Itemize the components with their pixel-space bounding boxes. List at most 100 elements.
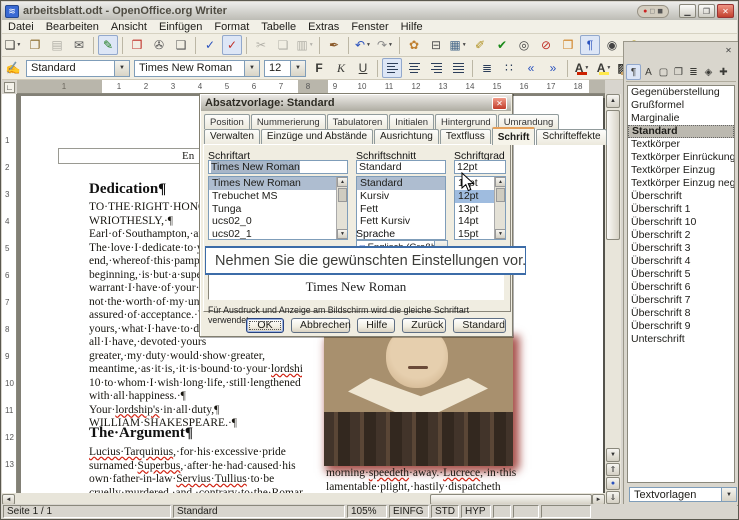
italic-button[interactable]: K <box>331 58 351 78</box>
argument-line[interactable]: Lucius·Tarquinius,·for·his·excessive·pri… <box>89 446 303 460</box>
dropdown-arrow-icon[interactable]: ▼ <box>462 42 467 48</box>
scroll-up-icon[interactable]: ▲ <box>337 177 348 187</box>
size-list-scrollbar[interactable]: ▲ ▼ <box>494 177 505 239</box>
tab-einzüge-und-abstände[interactable]: Einzüge und Abstände <box>261 129 373 145</box>
scroll-thumb[interactable] <box>338 188 347 202</box>
dropdown-arrow-icon[interactable]: ▼ <box>16 42 21 48</box>
minimize-button[interactable]: ▁ <box>679 4 696 18</box>
style-item-überschrift-5[interactable]: Überschrift 5 <box>628 268 734 281</box>
documents-icon[interactable]: ❒ <box>558 35 578 55</box>
style-item-textkörper-einrückung[interactable]: Textkörper Einrückung <box>628 151 734 164</box>
align-right-icon[interactable] <box>426 58 446 78</box>
font-list[interactable]: Times New RomanTrebuchet MSTungaucs02_0u… <box>208 176 348 240</box>
page-styles-icon[interactable]: ❐ <box>671 64 686 80</box>
abbrechen-button[interactable]: Abbrechen <box>291 318 350 333</box>
stylist-header[interactable]: ✕ <box>624 42 738 62</box>
insert-mode-indicator[interactable]: EINFG <box>389 505 429 518</box>
font-color-icon[interactable]: A▼ <box>572 58 592 78</box>
decrease-indent-icon[interactable]: « <box>521 58 541 78</box>
spellcheck-icon[interactable]: ✓ <box>200 35 220 55</box>
highlighting-icon[interactable]: A▼ <box>594 58 614 78</box>
tab-hintergrund[interactable]: Hintergrund <box>435 114 497 129</box>
frame-styles-icon[interactable]: ▢ <box>656 64 671 80</box>
fill-format-mode-icon[interactable]: ◈ <box>701 64 716 80</box>
typeface-list-item-fett[interactable]: Fett <box>357 203 445 216</box>
tab-tabulatoren[interactable]: Tabulatoren <box>327 114 389 129</box>
ok-button[interactable]: OK <box>246 318 284 333</box>
style-item-marginalie[interactable]: Marginalie <box>628 112 734 125</box>
scroll-down-icon[interactable]: ▼ <box>495 229 506 239</box>
increase-indent-icon[interactable]: » <box>543 58 563 78</box>
font-list-item-tunga[interactable]: Tunga <box>209 203 347 216</box>
caption-line[interactable]: morning·speedeth·away.·Lucrece,·in·this <box>326 467 522 481</box>
stop-icon[interactable]: ◼ <box>657 8 663 15</box>
style-item-gegenüberstellung[interactable]: Gegenüberstellung <box>628 86 734 99</box>
scroll-down-icon[interactable]: ▼ <box>606 448 620 462</box>
style-item-überschrift[interactable]: Überschrift <box>628 190 734 203</box>
edit-file-icon[interactable]: ✎ <box>98 35 118 55</box>
underline-button[interactable]: U <box>353 58 373 78</box>
style-item-überschrift-9[interactable]: Überschrift 9 <box>628 320 734 333</box>
scroll-up-icon[interactable]: ▲ <box>606 94 620 108</box>
argument-paragraph[interactable]: Lucius·Tarquinius,·for·his·excessive·pri… <box>89 446 303 493</box>
menu-item-hilfe[interactable]: Hilfe <box>395 20 429 34</box>
new-style-from-selection-icon[interactable]: ✚ <box>716 64 731 80</box>
align-left-icon[interactable] <box>382 58 402 78</box>
restore-button[interactable]: ❐ <box>698 4 715 18</box>
style-item-überschrift-4[interactable]: Überschrift 4 <box>628 255 734 268</box>
scroll-down-icon[interactable]: ▼ <box>337 229 348 239</box>
chevron-down-icon[interactable]: ▼ <box>721 488 736 501</box>
standard-button[interactable]: Standard <box>453 318 506 333</box>
menu-item-format[interactable]: Format <box>208 20 255 34</box>
zoom-icon[interactable]: ◉ <box>602 35 622 55</box>
font-size-combo[interactable]: 12▼ <box>264 60 306 77</box>
auto-spellcheck-icon[interactable]: ✓ <box>222 35 242 55</box>
font-list-item-times-new-roman[interactable]: Times New Roman <box>209 177 347 190</box>
font-name-input[interactable]: Times New Roman <box>208 160 348 174</box>
chevron-down-icon[interactable]: ▼ <box>114 61 129 76</box>
align-center-icon[interactable] <box>404 58 424 78</box>
style-item-textkörper-einzug[interactable]: Textkörper Einzug <box>628 164 734 177</box>
right-column-paragraph[interactable]: morning·speedeth·away.·Lucrece,·in·thisl… <box>326 467 522 493</box>
styles-toggle-icon[interactable]: ✍ <box>3 58 23 78</box>
font-list-scrollbar[interactable]: ▲ ▼ <box>336 177 347 239</box>
typeface-list-item-kursiv[interactable]: Kursiv <box>357 190 445 203</box>
typeface-input[interactable]: Standard <box>356 160 446 174</box>
show-draw-functions-icon[interactable]: ✐ <box>470 35 490 55</box>
page-style-indicator[interactable]: Standard <box>173 505 345 518</box>
style-item-überschrift-7[interactable]: Überschrift 7 <box>628 294 734 307</box>
menu-item-ansicht[interactable]: Ansicht <box>105 20 153 34</box>
dialog-close-icon[interactable]: ✕ <box>492 97 507 110</box>
formatting-marks-icon[interactable]: ¶ <box>580 35 600 55</box>
chevron-down-icon[interactable]: ▼ <box>290 61 305 76</box>
dropdown-arrow-icon[interactable]: ▼ <box>366 42 371 48</box>
export-pdf-icon[interactable]: ❒ <box>127 35 147 55</box>
dedication-line[interactable]: Your·lordship's·in·all·duty,¶ <box>89 404 303 418</box>
heading-argument[interactable]: The·Argument¶ <box>89 425 302 442</box>
scroll-up-icon[interactable]: ▲ <box>495 177 506 187</box>
previous-page-icon[interactable]: ⇑ <box>606 463 620 476</box>
align-justify-icon[interactable] <box>448 58 468 78</box>
tab-position[interactable]: Position <box>204 114 250 129</box>
open-document-icon[interactable]: ❐ <box>25 35 45 55</box>
style-item-textkörper-einzug-negativ[interactable]: Textkörper Einzug negativ <box>628 177 734 190</box>
insert-table-icon[interactable]: ▦▼ <box>448 35 468 55</box>
hilfe-button[interactable]: Hilfe <box>357 318 395 333</box>
redo-icon[interactable]: ↷▼ <box>375 35 395 55</box>
page-indicator[interactable]: Seite 1 / 1 <box>3 505 171 518</box>
style-item-unterschrift[interactable]: Unterschrift <box>628 333 734 346</box>
menu-item-extras[interactable]: Extras <box>302 20 345 34</box>
bold-button[interactable]: F <box>309 58 329 78</box>
autocorrect-check-icon[interactable]: ✔ <box>492 35 512 55</box>
save-document-icon[interactable]: ▤ <box>47 35 67 55</box>
argument-line[interactable]: own·father-in-law·Servius·Tullius·to·be <box>89 473 303 487</box>
bullet-list-icon[interactable]: ∷ <box>499 58 519 78</box>
dropdown-arrow-icon[interactable]: ▼ <box>388 42 393 48</box>
dedication-line[interactable]: meantime,·as·it·is,·it·is·bound·to·your·… <box>89 363 303 377</box>
font-list-item-ucs02-0[interactable]: ucs02_0 <box>209 215 347 228</box>
menu-item-tabelle[interactable]: Tabelle <box>255 20 302 34</box>
undo-icon[interactable]: ↶▼ <box>353 35 373 55</box>
next-page-icon[interactable]: ⇓ <box>606 491 620 504</box>
vertical-ruler[interactable]: 12345678910111213 <box>2 94 17 493</box>
numbered-list-icon[interactable]: ≣ <box>477 58 497 78</box>
